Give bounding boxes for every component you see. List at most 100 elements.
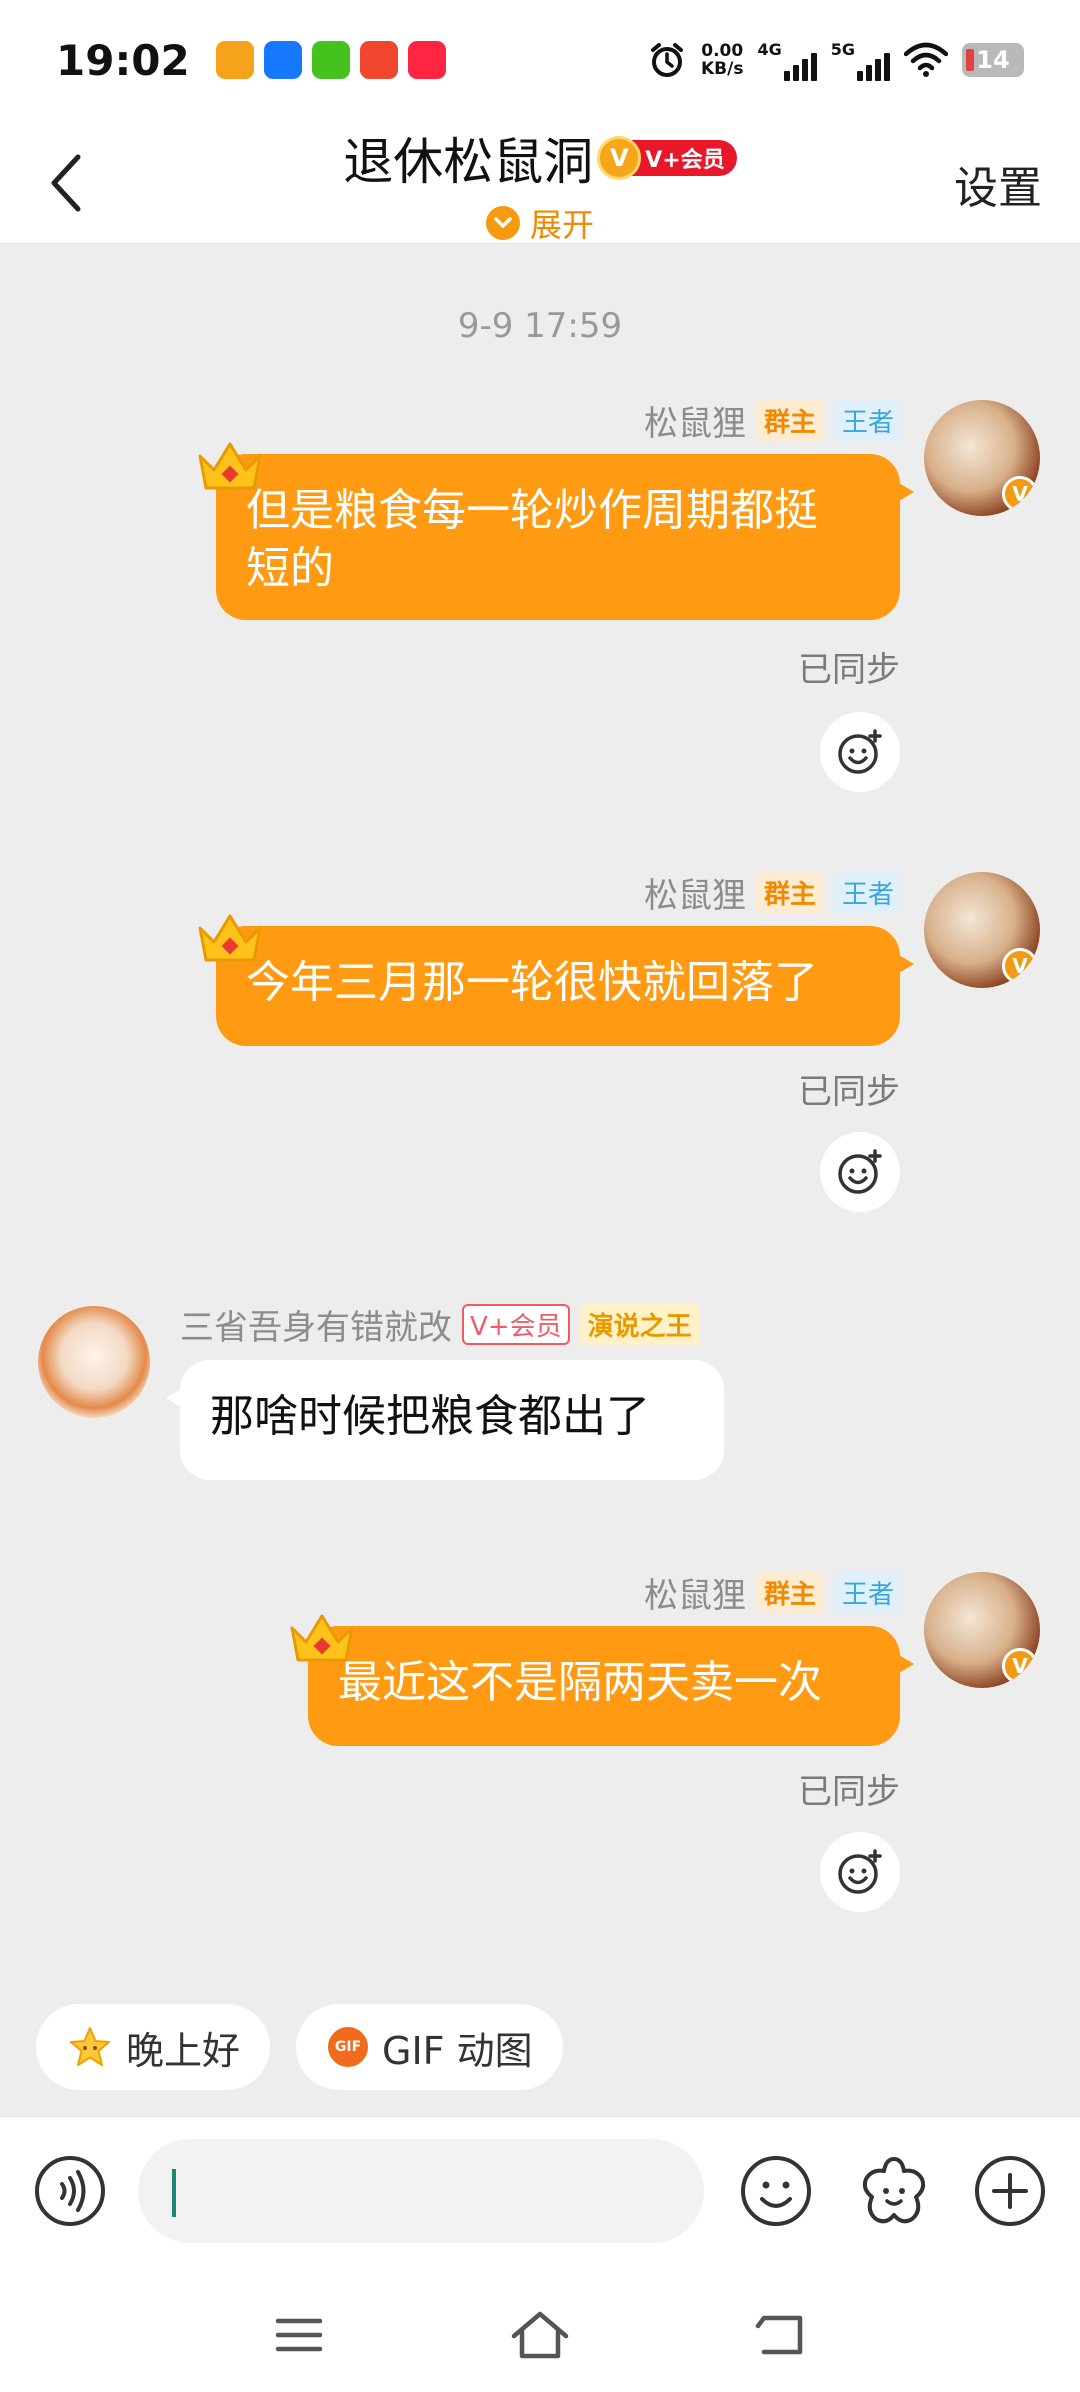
add-emoji-icon <box>838 729 882 774</box>
owner-tag: 群主 <box>755 872 824 913</box>
battery-level: 14 <box>976 46 1010 74</box>
sender-name[interactable]: 松鼠狸 <box>644 868 746 917</box>
sync-status: 已同步 <box>798 1072 900 1112</box>
expand-label: 展开 <box>529 206 594 244</box>
sim1-label: 4G <box>757 39 782 59</box>
vip-coin-icon: V <box>597 136 642 180</box>
verified-icon: V <box>1002 1648 1038 1684</box>
quick-reply-chip[interactable]: 晚上好 <box>36 2004 271 2090</box>
header-title-area: 退休松鼠洞 V V+会员 展开 <box>0 120 1080 246</box>
emoji-icon[interactable] <box>738 2153 814 2229</box>
alipay-app-icon <box>263 41 302 79</box>
add-reaction-button[interactable] <box>820 712 900 792</box>
sender-meta: 三省吾身有错就改 V+会员 演说之王 <box>180 1300 700 1349</box>
chat-header: 退休松鼠洞 V V+会员 展开 设置 <box>0 120 1080 244</box>
message-item: 三省吾身有错就改 V+会员 演说之王 那啥时候把粮食都出了 <box>0 1300 1080 1490</box>
duolingo-app-icon <box>311 41 350 79</box>
verified-icon: V <box>1002 476 1038 512</box>
status-indicators: 0.00 KB/s 4G 5G 14 <box>647 40 1024 81</box>
home-button[interactable] <box>505 2300 575 2370</box>
menu-icon <box>275 2318 323 2352</box>
sender-name[interactable]: 三省吾身有错就改 <box>180 1300 452 1349</box>
vip-tag: V+会员 <box>462 1304 570 1345</box>
sender-name[interactable]: 松鼠狸 <box>644 1568 746 1617</box>
message-bubble[interactable]: 那啥时候把粮食都出了 <box>166 1360 724 1480</box>
quick-reply-chip[interactable]: GIF GIF 动图 <box>296 2004 563 2090</box>
home-icon <box>511 2311 569 2359</box>
signal-sim2: 5G <box>831 40 890 81</box>
message-text: 最近这不是隔两天卖一次 <box>338 1657 822 1708</box>
notification-app-icons <box>215 41 446 79</box>
vip-badge-label: V+会员 <box>645 148 725 173</box>
add-emoji-icon <box>838 1149 882 1194</box>
sender-meta: 松鼠狸 群主 王者 <box>644 1568 902 1617</box>
message-bubble[interactable]: 今年三月那一轮很快就回落了 <box>216 926 914 1046</box>
signal-sim1: 4G <box>757 39 817 81</box>
crown-icon <box>198 914 262 962</box>
xiaohongshu-app-icon <box>407 41 446 79</box>
menu-button[interactable] <box>264 2300 334 2370</box>
network-speed: 0.00 KB/s <box>701 42 743 78</box>
quick-reply-label: GIF 动图 <box>382 2028 533 2073</box>
message-bubble[interactable]: 最近这不是隔两天卖一次 <box>308 1626 914 1746</box>
owner-tag: 群主 <box>755 400 824 441</box>
signal-bars-icon <box>783 52 817 81</box>
expand-button[interactable]: 展开 <box>0 200 1080 246</box>
sim2-label: 5G <box>830 39 855 59</box>
plus-icon[interactable] <box>972 2153 1048 2229</box>
message-input[interactable] <box>138 2139 704 2243</box>
sync-status: 已同步 <box>798 650 900 690</box>
system-nav-bar <box>0 2276 1080 2392</box>
sticker-icon[interactable] <box>856 2153 932 2229</box>
message-item: V 松鼠狸 群主 王者 但是粮食每一轮炒作周期都挺 短的 已同步 <box>0 396 1080 796</box>
net-speed-unit: KB/s <box>701 59 744 79</box>
message-text: 今年三月那一轮很快就回落了 <box>246 957 818 1008</box>
message-bubble[interactable]: 但是粮食每一轮炒作周期都挺 短的 <box>216 454 914 620</box>
crown-icon <box>198 442 262 490</box>
voice-icon[interactable] <box>32 2153 108 2229</box>
chevron-down-icon <box>485 206 520 240</box>
message-text: 那啥时候把粮食都出了 <box>210 1391 650 1442</box>
add-reaction-button[interactable] <box>820 1132 900 1212</box>
input-bar <box>0 2116 1080 2276</box>
wifi-icon <box>904 42 948 77</box>
signal-bars-icon <box>857 52 890 81</box>
net-speed-value: 0.00 <box>701 41 744 61</box>
text-caret <box>172 2169 176 2217</box>
back-nav-button[interactable] <box>746 2300 816 2370</box>
sender-meta: 松鼠狸 群主 王者 <box>644 396 902 445</box>
rank-tag: 王者 <box>833 400 902 441</box>
star-icon <box>70 2027 110 2066</box>
sender-meta: 松鼠狸 群主 王者 <box>644 868 902 917</box>
message-text-line: 但是粮食每一轮炒作周期都挺 <box>246 485 818 536</box>
quick-reply-label: 晚上好 <box>126 2028 241 2073</box>
avatar[interactable]: V <box>924 872 1040 988</box>
rank-tag: 王者 <box>833 1572 902 1613</box>
owner-tag: 群主 <box>755 1572 824 1613</box>
gif-icon: GIF <box>328 2027 369 2067</box>
notes-app-icon <box>215 41 254 79</box>
message-item: V 松鼠狸 群主 王者 最近这不是隔两天卖一次 已同步 <box>0 1568 1080 1938</box>
settings-button[interactable]: 设置 <box>954 152 1042 216</box>
quick-replies: 晚上好 GIF GIF 动图 <box>36 2004 563 2090</box>
mail-app-icon <box>359 41 398 79</box>
sender-name[interactable]: 松鼠狸 <box>644 396 746 445</box>
group-title[interactable]: 退休松鼠洞 <box>343 122 593 194</box>
avatar[interactable]: V <box>924 400 1040 516</box>
back-icon <box>755 2315 803 2355</box>
message-text-line: 短的 <box>246 543 334 594</box>
alarm-icon <box>651 43 683 77</box>
avatar[interactable]: V <box>924 1572 1040 1688</box>
avatar[interactable] <box>36 1304 152 1420</box>
title-tag: 演说之王 <box>579 1304 700 1345</box>
chat-screen: 19:02 0.00 KB/s 4G 5G 14 退休松鼠洞 V V+会员 展开… <box>0 0 1080 2392</box>
vip-badge[interactable]: V V+会员 <box>597 136 737 180</box>
sync-status: 已同步 <box>798 1772 900 1812</box>
status-bar: 19:02 0.00 KB/s 4G 5G 14 <box>0 0 1080 120</box>
status-time: 19:02 <box>56 35 190 85</box>
battery-indicator: 14 <box>962 43 1024 77</box>
verified-icon: V <box>1002 948 1038 984</box>
message-timestamp: 9-9 17:59 <box>457 306 623 346</box>
add-reaction-button[interactable] <box>820 1832 900 1912</box>
message-item: V 松鼠狸 群主 王者 今年三月那一轮很快就回落了 已同步 <box>0 868 1080 1228</box>
